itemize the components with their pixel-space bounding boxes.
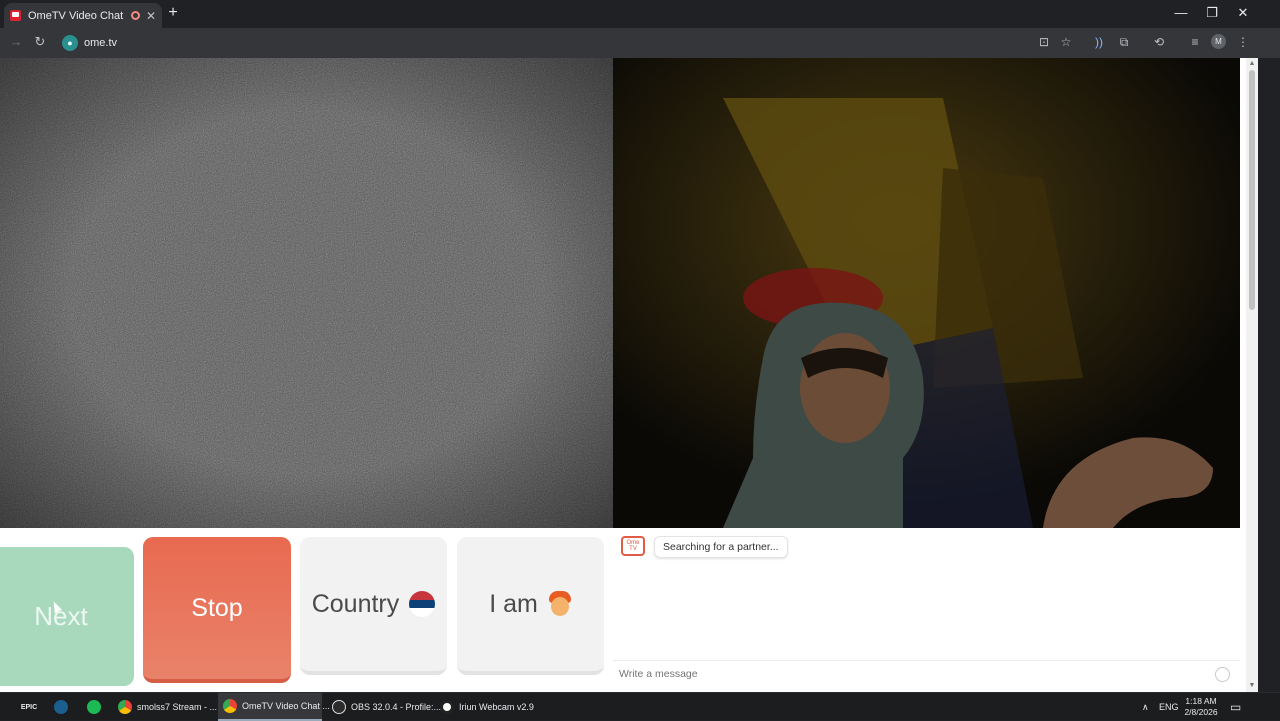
taskbar-item-obs[interactable]: OBS 32.0.4 - Profile:... xyxy=(327,693,441,721)
partner-video-static xyxy=(0,58,613,528)
forward-button[interactable]: → xyxy=(7,34,25,49)
emoji-picker-icon[interactable] xyxy=(1215,667,1230,682)
epic-games-icon[interactable]: EPIC xyxy=(18,693,40,721)
minimize-button[interactable]: — xyxy=(1166,5,1196,20)
media-icon[interactable]: ≡ xyxy=(1187,35,1203,49)
stop-button-label: Stop xyxy=(191,593,243,622)
chat-panel: Ome TV Searching for a partner... xyxy=(613,528,1240,692)
notifications-icon[interactable]: ▭ xyxy=(1230,693,1241,721)
stop-button[interactable]: Stop xyxy=(143,537,291,683)
reload-button[interactable]: ↻ xyxy=(31,34,49,50)
message-bar xyxy=(613,660,1240,686)
ometv-logo-icon: Ome TV xyxy=(621,536,645,556)
tray-chevron-icon[interactable]: ∧ xyxy=(1142,693,1149,721)
taskbar-item-label: OmeTV Video Chat ... xyxy=(242,701,330,711)
webcam-scene-image xyxy=(613,58,1240,528)
iriun-icon xyxy=(440,700,454,714)
site-info-icon[interactable]: ● xyxy=(62,35,78,51)
windows-taskbar: EPIC smolss7 Stream - ... OmeTV Video Ch… xyxy=(0,692,1280,721)
page-scrollbar[interactable]: ▲ ▼ xyxy=(1246,58,1258,692)
chrome-icon xyxy=(118,700,132,714)
country-button[interactable]: Country xyxy=(300,537,447,675)
history-icon[interactable]: ⟲ xyxy=(1151,35,1167,49)
url-text: ome.tv xyxy=(84,37,118,49)
profile-avatar[interactable]: M xyxy=(1211,34,1226,49)
boy-emoji-icon xyxy=(548,591,572,617)
taskbar-item-label: smolss7 Stream - ... xyxy=(137,702,218,712)
taskbar-item-label: OBS 32.0.4 - Profile:... xyxy=(351,702,442,712)
bookmark-star-icon[interactable]: ☆ xyxy=(1058,35,1074,49)
ometv-page: Next Stop Country I am Ome TV Searching … xyxy=(0,58,1246,692)
clock-date: 2/8/2026 xyxy=(1184,707,1218,717)
clock-time: 1:18 AM xyxy=(1185,696,1217,706)
chrome-icon xyxy=(223,699,237,713)
scrollbar-thumb[interactable] xyxy=(1249,70,1255,310)
spotify-icon[interactable] xyxy=(83,693,105,721)
extension-audio-icon[interactable]: )) xyxy=(1091,35,1107,49)
window-edge xyxy=(1258,58,1280,692)
taskbar-item-iriun[interactable]: Iriun Webcam v2.9 xyxy=(435,693,535,721)
status-message: Searching for a partner... xyxy=(654,536,788,558)
browser-tab-active[interactable]: OmeTV Video Chat — Ome ✕ xyxy=(4,3,162,28)
control-buttons: Next Stop Country I am xyxy=(0,528,613,692)
serbia-flag-icon xyxy=(409,591,436,617)
taskbar-item-stream[interactable]: smolss7 Stream - ... xyxy=(113,693,217,721)
extensions-icon[interactable]: ⧉ xyxy=(1116,35,1132,50)
browser-menu-icon[interactable]: ⋮ xyxy=(1235,35,1251,49)
ometv-favicon-icon xyxy=(10,10,21,21)
install-icon[interactable]: ⊡ xyxy=(1036,35,1052,49)
tab-strip: OmeTV Video Chat — Ome ✕ + — ❐ ✕ xyxy=(0,0,1280,28)
obs-icon xyxy=(332,700,346,714)
static-noise-image xyxy=(0,58,613,528)
tab-title: OmeTV Video Chat — Ome xyxy=(28,9,125,22)
window-close-button[interactable]: ✕ xyxy=(1228,5,1258,21)
country-button-label: Country xyxy=(311,589,400,618)
scroll-up-icon[interactable]: ▲ xyxy=(1248,60,1256,68)
steam-icon[interactable] xyxy=(50,693,72,721)
maximize-button[interactable]: ❐ xyxy=(1197,5,1227,21)
language-indicator[interactable]: ENG xyxy=(1159,693,1179,721)
i-am-button-label: I am xyxy=(489,589,538,618)
address-bar[interactable]: ● ome.tv xyxy=(56,31,1086,55)
i-am-button[interactable]: I am xyxy=(457,537,604,675)
taskbar-item-ometv[interactable]: OmeTV Video Chat ... xyxy=(218,693,330,721)
new-tab-button[interactable]: + xyxy=(166,4,180,22)
system-clock[interactable]: 1:18 AM 2/8/2026 xyxy=(1180,696,1222,718)
message-input[interactable] xyxy=(619,664,1199,684)
recording-indicator-icon xyxy=(130,11,140,20)
browser-toolbar: → ↻ ● ome.tv ⊡ ☆ )) ⧉ ⟲ ≡ ⋮ xyxy=(0,28,1280,58)
scroll-down-icon[interactable]: ▼ xyxy=(1248,682,1256,690)
next-button-label: Next xyxy=(34,601,88,631)
next-button[interactable]: Next xyxy=(0,547,134,686)
tab-close-icon[interactable]: ✕ xyxy=(146,9,156,23)
taskbar-item-label: Iriun Webcam v2.9 xyxy=(459,702,534,712)
self-webcam-video xyxy=(613,58,1240,528)
